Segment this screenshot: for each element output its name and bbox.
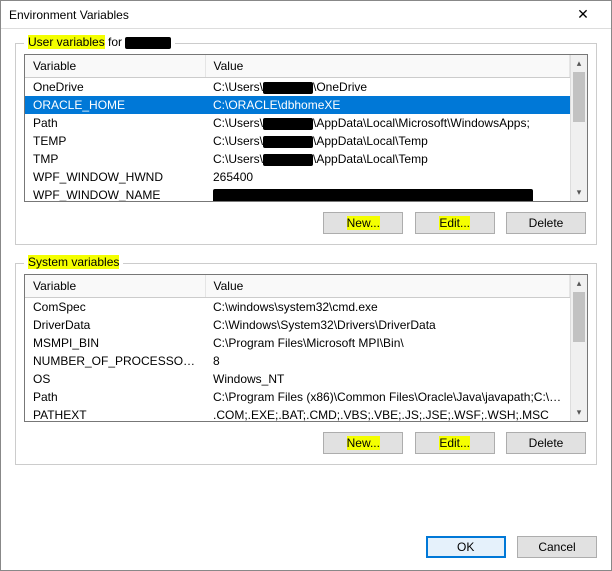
table-row[interactable]: TEMPC:\Users\\AppData\Local\Temp (25, 132, 570, 150)
cell-value: C:\Windows\System32\Drivers\DriverData (205, 316, 570, 334)
cell-variable: ORACLE_HOME (25, 96, 205, 114)
cell-value (205, 186, 570, 201)
col-value[interactable]: Value (205, 55, 570, 78)
chevron-down-icon: ▾ (571, 184, 587, 201)
table-row[interactable]: PATHEXT.COM;.EXE;.BAT;.CMD;.VBS;.VBE;.JS… (25, 406, 570, 421)
chevron-up-icon: ▴ (571, 275, 587, 292)
cell-value: .COM;.EXE;.BAT;.CMD;.VBS;.VBE;.JS;.JSE;.… (205, 406, 570, 421)
system-new-button[interactable]: New... (323, 432, 403, 454)
cell-variable: TMP (25, 150, 205, 168)
user-variables-list[interactable]: Variable Value OneDriveC:\Users\\OneDriv… (24, 54, 588, 202)
cell-variable: NUMBER_OF_PROCESSORS (25, 352, 205, 370)
cancel-button[interactable]: Cancel (517, 536, 597, 558)
cell-variable: WPF_WINDOW_NAME (25, 186, 205, 201)
chevron-up-icon: ▴ (571, 55, 587, 72)
user-delete-button[interactable]: Delete (506, 212, 586, 234)
table-row[interactable]: MSMPI_BINC:\Program Files\Microsoft MPI\… (25, 334, 570, 352)
close-icon[interactable]: ✕ (563, 6, 603, 23)
cell-variable: Path (25, 388, 205, 406)
cell-variable: PATHEXT (25, 406, 205, 421)
table-row[interactable]: WPF_WINDOW_NAME (25, 186, 570, 201)
cell-value: 265400 (205, 168, 570, 186)
table-row[interactable]: PathC:\Users\\AppData\Local\Microsoft\Wi… (25, 114, 570, 132)
chevron-down-icon: ▾ (571, 404, 587, 421)
system-delete-button[interactable]: Delete (506, 432, 586, 454)
col-variable[interactable]: Variable (25, 275, 205, 298)
system-variables-list[interactable]: Variable Value ComSpecC:\windows\system3… (24, 274, 588, 422)
table-row[interactable]: WPF_WINDOW_HWND265400 (25, 168, 570, 186)
cell-variable: OS (25, 370, 205, 388)
ok-button[interactable]: OK (426, 536, 506, 558)
cell-variable: Path (25, 114, 205, 132)
scrollbar[interactable]: ▴ ▾ (570, 275, 587, 421)
cell-value: C:\Users\\AppData\Local\Temp (205, 132, 570, 150)
cell-value: C:\windows\system32\cmd.exe (205, 298, 570, 317)
table-row[interactable]: OSWindows_NT (25, 370, 570, 388)
cell-value: C:\Users\\AppData\Local\Microsoft\Window… (205, 114, 570, 132)
table-row[interactable]: TMPC:\Users\\AppData\Local\Temp (25, 150, 570, 168)
window-title: Environment Variables (9, 8, 563, 22)
titlebar: Environment Variables ✕ (1, 1, 611, 29)
cell-value: Windows_NT (205, 370, 570, 388)
cell-value: 8 (205, 352, 570, 370)
table-row[interactable]: ComSpecC:\windows\system32\cmd.exe (25, 298, 570, 317)
cell-variable: DriverData (25, 316, 205, 334)
table-row[interactable]: NUMBER_OF_PROCESSORS8 (25, 352, 570, 370)
user-variables-label: User variables for (24, 35, 175, 49)
cell-variable: WPF_WINDOW_HWND (25, 168, 205, 186)
system-variables-label: System variables (24, 255, 123, 269)
user-new-button[interactable]: New... (323, 212, 403, 234)
system-edit-button[interactable]: Edit... (415, 432, 495, 454)
scrollbar[interactable]: ▴ ▾ (570, 55, 587, 201)
user-edit-button[interactable]: Edit... (415, 212, 495, 234)
table-row[interactable]: PathC:\Program Files (x86)\Common Files\… (25, 388, 570, 406)
table-row[interactable]: OneDriveC:\Users\\OneDrive (25, 78, 570, 97)
cell-value: C:\ORACLE\dbhomeXE (205, 96, 570, 114)
cell-value: C:\Users\\AppData\Local\Temp (205, 150, 570, 168)
table-row[interactable]: DriverDataC:\Windows\System32\Drivers\Dr… (25, 316, 570, 334)
col-value[interactable]: Value (205, 275, 570, 298)
dialog-footer: OK Cancel (418, 536, 597, 558)
cell-value: C:\Program Files\Microsoft MPI\Bin\ (205, 334, 570, 352)
system-variables-group: System variables Variable Value ComSpecC… (15, 263, 597, 465)
cell-variable: TEMP (25, 132, 205, 150)
cell-value: C:\Users\\OneDrive (205, 78, 570, 97)
cell-variable: ComSpec (25, 298, 205, 317)
col-variable[interactable]: Variable (25, 55, 205, 78)
cell-value: C:\Program Files (x86)\Common Files\Orac… (205, 388, 570, 406)
cell-variable: MSMPI_BIN (25, 334, 205, 352)
user-variables-group: User variables for Variable Value OneDri… (15, 43, 597, 245)
table-row[interactable]: ORACLE_HOMEC:\ORACLE\dbhomeXE (25, 96, 570, 114)
cell-variable: OneDrive (25, 78, 205, 97)
